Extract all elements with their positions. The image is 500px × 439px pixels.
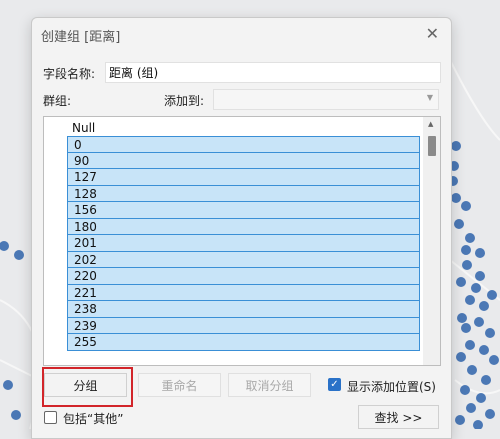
highlight-frame [42, 367, 133, 407]
map-dot [465, 340, 475, 350]
map-dot [489, 355, 499, 365]
members-list[interactable]: Null 0 90 127 128 156 180 201 202 220 221 238 239 25… [43, 116, 441, 366]
map-dot [14, 250, 24, 260]
show-add-position-label[interactable]: 显示添加位置(S) [347, 378, 436, 395]
selected-rows: 0 90 127 128 156 180 201 202 220 221 238 239 255 [67, 136, 420, 351]
scroll-thumb[interactable] [428, 136, 436, 156]
include-other-label[interactable]: 包括“其他” [63, 410, 123, 427]
map-dot [475, 248, 485, 258]
map-dot [487, 290, 497, 300]
map-dot [485, 328, 495, 338]
map-dot [479, 301, 489, 311]
include-other-checkbox[interactable] [44, 411, 57, 424]
list-item[interactable]: 255 [67, 334, 420, 351]
map-dot [465, 295, 475, 305]
map-dot [479, 345, 489, 355]
map-dot [461, 245, 471, 255]
map-dot [461, 323, 471, 333]
list-item[interactable]: 0 [67, 136, 420, 153]
add-to-label: 添加到: [164, 94, 205, 108]
map-dot [454, 219, 464, 229]
list-item[interactable]: 201 [67, 235, 420, 252]
list-item[interactable]: 128 [67, 185, 420, 202]
list-item[interactable]: 127 [67, 169, 420, 186]
list-item-null[interactable]: Null [72, 121, 95, 135]
list-item[interactable]: 156 [67, 202, 420, 219]
map-dot [11, 410, 21, 420]
map-dot [460, 385, 470, 395]
dialog-title: 创建组 [距离] [41, 30, 121, 45]
add-to-select[interactable]: ▼ [213, 89, 439, 110]
map-dot [0, 241, 9, 251]
members-list-content: Null 0 90 127 128 156 180 201 202 220 221 238 239 25… [44, 117, 423, 365]
list-scrollbar[interactable]: ▲ [423, 117, 440, 365]
list-item[interactable]: 90 [67, 152, 420, 169]
map-dot [462, 260, 472, 270]
chevron-down-icon: ▼ [426, 93, 433, 102]
map-dot [451, 141, 461, 151]
map-dot [455, 415, 465, 425]
ungroup-button[interactable]: 取消分组 [228, 373, 311, 397]
map-dot [457, 313, 467, 323]
list-item[interactable]: 220 [67, 268, 420, 285]
list-item[interactable]: 180 [67, 218, 420, 235]
map-dot [456, 352, 466, 362]
map-dot [473, 420, 483, 429]
map-dot [465, 233, 475, 243]
map-dot [471, 283, 481, 293]
map-dot [451, 193, 461, 203]
map-dot [3, 380, 13, 390]
list-item[interactable]: 239 [67, 317, 420, 334]
map-dot [456, 277, 466, 287]
map-dot [474, 317, 484, 327]
group-label: 群组: [43, 94, 72, 108]
map-dot [475, 271, 485, 281]
dialog-titlebar: 创建组 [距离] ✕ [32, 18, 451, 50]
close-icon[interactable]: ✕ [426, 24, 439, 43]
find-button[interactable]: 查找 >> [358, 405, 439, 429]
list-item[interactable]: 238 [67, 301, 420, 318]
map-dot [467, 365, 477, 375]
list-item[interactable]: 202 [67, 251, 420, 268]
scroll-up-arrow-icon[interactable]: ▲ [428, 120, 433, 128]
field-name-label: 字段名称: [43, 67, 96, 81]
map-dot [461, 201, 471, 211]
map-dot [466, 403, 476, 413]
rename-button[interactable]: 重命名 [138, 373, 221, 397]
field-name-input[interactable] [105, 62, 441, 83]
map-dot [476, 393, 486, 403]
map-dot [485, 409, 495, 419]
map-dot [481, 375, 491, 385]
show-add-position-checkbox[interactable]: ✓ [328, 378, 341, 391]
list-item[interactable]: 221 [67, 284, 420, 301]
